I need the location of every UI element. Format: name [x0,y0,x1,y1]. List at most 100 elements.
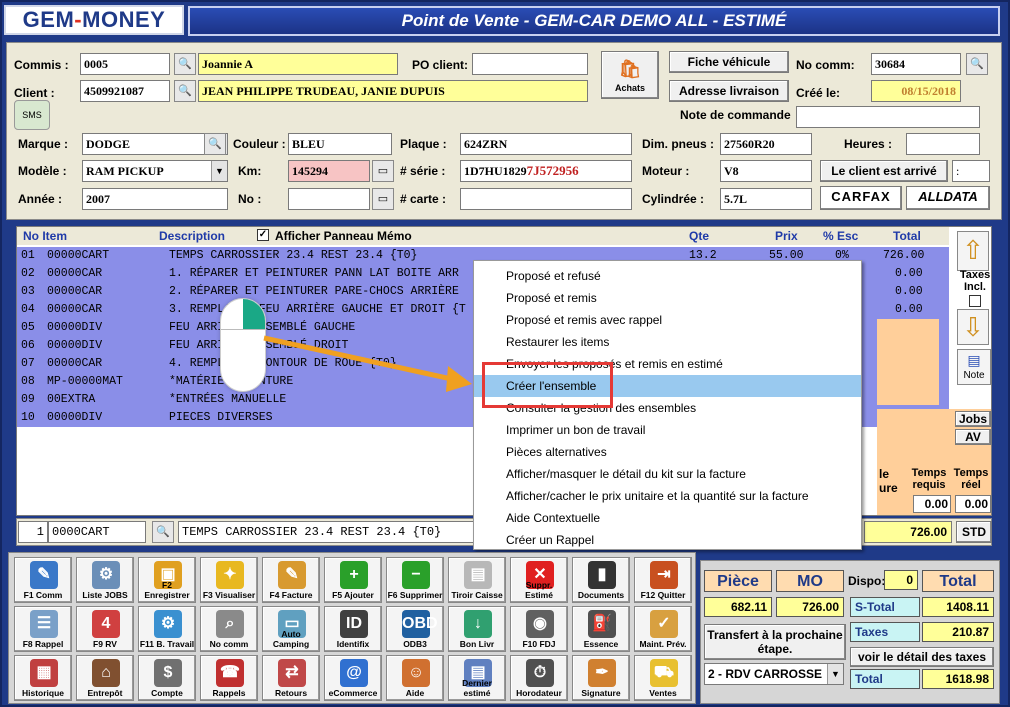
menu-item-detail-kit[interactable]: Afficher/masquer le détail du kit sur la… [474,463,861,485]
modele-select[interactable]: RAM PICKUP ▼ [82,160,228,182]
achats-button[interactable]: 🛍 Achats [601,51,659,99]
toolbar-button[interactable]: ↓ Bon Livr [448,606,506,652]
edit-description[interactable]: TEMPS CARROSSIER 23.4 REST 23.4 {T0} [178,521,474,543]
voir-taxes-button[interactable]: voir le détail des taxes [850,647,994,667]
menu-item-restaurer-items[interactable]: Restaurer les items [474,331,861,353]
note-button[interactable]: ▤ Note [957,349,991,385]
client-search-icon[interactable]: 🔍 [174,80,196,102]
toolbar-button[interactable]: ✎ F1 Comm [14,557,72,603]
client-input[interactable]: 4509921087 [80,80,170,102]
menu-item-imprimer-bon[interactable]: Imprimer un bon de travail [474,419,861,441]
toolbar-button[interactable]: ▦ Historique [14,655,72,701]
dim-pneus-input[interactable]: 27560R20 [720,133,812,155]
memo-checkbox[interactable]: ✓ [257,229,269,241]
etape-select[interactable]: 2 - RDV CARROSSE ▼ [704,663,844,685]
moteur-input[interactable]: V8 [720,160,812,182]
couleur-input[interactable]: BLEU [288,133,392,155]
carte-label: # carte : [400,192,447,206]
toolbar-label: F12 Quitter [640,590,686,600]
edit-search-icon[interactable]: 🔍 [152,521,174,543]
nocomm-input[interactable]: 30684 [871,53,961,75]
toolbar-button[interactable]: ▭ Auto Camping [262,606,320,652]
toolbar-label: Horodateur [516,688,562,698]
toolbar-button[interactable]: ⏱ Horodateur [510,655,568,701]
toolbar-button[interactable]: OBD ODB3 [386,606,444,652]
commis-search-icon[interactable]: 🔍 [174,53,196,75]
menu-item-propose-refuse[interactable]: Proposé et refusé [474,265,861,287]
no-edit-icon[interactable]: ▭ [372,188,394,210]
serie-prefix: 1D7HU1829 [464,164,527,178]
menu-item-pieces-alternatives[interactable]: Pièces alternatives [474,441,861,463]
toolbar-button[interactable]: ▤ Tiroir Caisse [448,557,506,603]
temps-requis-input[interactable]: 0.00 [913,495,951,513]
no-input[interactable] [288,188,370,210]
km-input[interactable]: 145294 [288,160,370,182]
toolbar-button[interactable]: ▤ Dernier estimé [448,655,506,701]
cylindree-input[interactable]: 5.7L [720,188,812,210]
toolbar-button[interactable]: ⛽ Essence [572,606,630,652]
nocomm-search-icon[interactable]: 🔍 [966,53,988,75]
toolbar-button[interactable]: ✓ Maint. Prév. [634,606,692,652]
toolbar-button[interactable]: ⌂ Entrepôt [76,655,134,701]
menu-item-prix-unitaire[interactable]: Afficher/cacher le prix unitaire et la q… [474,485,861,507]
carte-input[interactable] [460,188,632,210]
toolbar-button[interactable]: 4 F9 RV [76,606,134,652]
toolbar-button[interactable]: ✕ Suppr. Estimé [510,557,568,603]
menu-item-propose-remis-rappel[interactable]: Proposé et remis avec rappel [474,309,861,331]
toolbar-button[interactable]: ☺ Aide [386,655,444,701]
std-button[interactable]: STD [956,521,992,543]
serie-label: # série : [400,164,446,178]
toolbar-button[interactable]: ◉ F10 FDJ [510,606,568,652]
commis-input[interactable]: 0005 [80,53,170,75]
toolbar-button[interactable]: ⚙ F11 B. Travail [138,606,196,652]
plaque-input[interactable]: 624ZRN [460,133,632,155]
toolbar-button[interactable]: ✦ F3 Visualiser [200,557,258,603]
client-arrive-button[interactable]: Le client est arrivé [820,160,948,182]
toolbar-button[interactable]: ⛟ Ventes [634,655,692,701]
toolbar-button[interactable]: ⌕ No comm [200,606,258,652]
menu-item-aide-contextuelle[interactable]: Aide Contextuelle [474,507,861,529]
toolbar-button[interactable]: ▮ Documents [572,557,630,603]
toolbar-button[interactable]: ID Identifix [324,606,382,652]
toolbar-button[interactable]: @ eCommerce [324,655,382,701]
av-button[interactable]: AV [955,429,991,445]
po-input[interactable] [472,53,588,75]
marque-search-icon[interactable]: 🔍 [204,133,226,155]
toolbar-button[interactable]: ⚙ Liste JOBS [76,557,134,603]
carfax-button[interactable]: CARFAX [820,186,902,210]
toolbar-button[interactable]: + F5 Ajouter [324,557,382,603]
note-commande-input[interactable] [796,106,980,128]
serie-input[interactable]: 1D7HU18297J572956 [460,160,632,182]
toolbar-button[interactable]: ⇥ F12 Quitter [634,557,692,603]
edit-code[interactable]: 0000CART [48,521,146,543]
toolbar-button[interactable]: ✒ Signature [572,655,630,701]
adresse-livraison-button[interactable]: Adresse livraison [669,80,789,102]
alldata-button[interactable]: ALLDATA [906,186,990,210]
transfert-button[interactable]: Transfert à la prochaine étape. [704,624,846,660]
toolbar-icon: $ [154,659,182,687]
jobs-button[interactable]: Jobs [955,411,991,427]
toolbar-button[interactable]: ☎ Rappels [200,655,258,701]
move-down-icon[interactable]: ⇩ [957,309,989,345]
menu-item-creer-rappel[interactable]: Créer un Rappel [474,529,861,551]
menu-item-propose-remis[interactable]: Proposé et remis [474,287,861,309]
move-up-icon[interactable]: ⇧ [957,231,989,271]
taxes-incl-checkbox[interactable] [969,295,981,307]
toolbar-button[interactable]: ☰ F8 Rappel [14,606,72,652]
toolbar-button[interactable]: − F6 Supprimer [386,557,444,603]
annee-input[interactable]: 2007 [82,188,228,210]
edit-qty[interactable]: 1 [18,521,48,543]
toolbar-button[interactable]: $ Compte [138,655,196,701]
fiche-vehicule-button[interactable]: Fiche véhicule [669,51,789,73]
toolbar-button[interactable]: ⇄ Retours [262,655,320,701]
heures-input[interactable] [906,133,980,155]
total-header: Total [922,570,994,592]
dim-pneus-label: Dim. pneus : [642,137,715,151]
temps-reel-input[interactable]: 0.00 [955,495,991,513]
marque-value: DODGE [86,137,131,151]
toolbar-button[interactable]: ✎ F4 Facture [262,557,320,603]
toolbar-label: Identifix [336,639,370,649]
sms-icon[interactable]: SMS [14,100,50,130]
toolbar-button[interactable]: ▣ F2 Enregistrer [138,557,196,603]
km-edit-icon[interactable]: ▭ [372,160,394,182]
